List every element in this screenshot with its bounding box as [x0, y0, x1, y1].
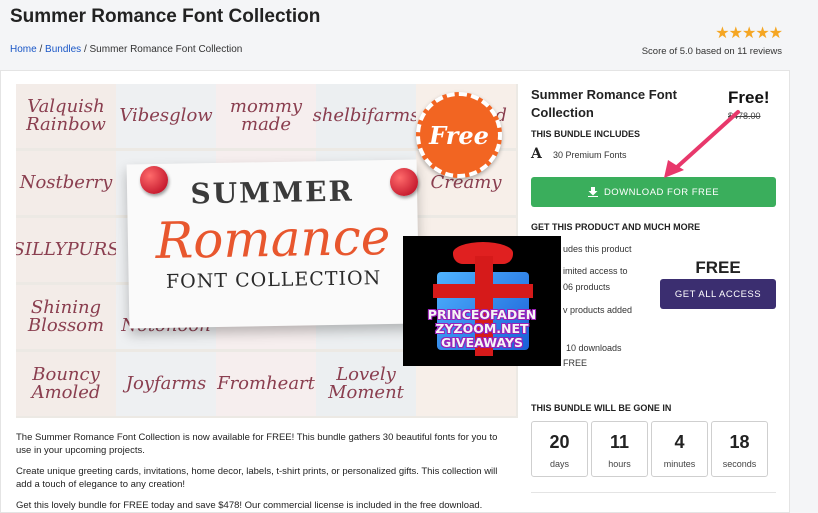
breadcrumb-home-link[interactable]: Home — [10, 44, 37, 55]
font-sample-tile: Valquish Rainbow — [16, 84, 116, 148]
countdown-value: 18 — [729, 432, 750, 452]
download-for-free-button[interactable]: DOWNLOAD FOR FREE — [531, 177, 776, 207]
giveaway-line: PRINCEOFADEN — [427, 307, 537, 322]
gift-ribbon — [433, 284, 533, 298]
product-name: Summer Romance Font Collection — [531, 87, 677, 120]
price-original: $478.00 — [728, 111, 761, 121]
breadcrumb-current: Summer Romance Font Collection — [89, 44, 243, 55]
countdown-unit: minutes — [663, 459, 696, 469]
get-all-access-button[interactable]: GET ALL ACCESS — [660, 279, 776, 309]
download-button-label: DOWNLOAD FOR FREE — [603, 186, 720, 198]
countdown-value: 4 — [674, 432, 685, 452]
banner-title-romance: Romance — [155, 207, 391, 271]
more-heading: GET THIS PRODUCT AND MUCH MORE — [531, 222, 701, 232]
benefit-item: v products added — [563, 305, 633, 315]
font-sample-tile: SILLYPURS — [16, 218, 119, 282]
red-pin-icon — [390, 168, 418, 196]
giveaway-watermark: PRINCEOFADEN ZYZOOM.NET GIVEAWAYS — [403, 308, 561, 350]
description-paragraph: Get this lovely bundle for FREE today an… — [16, 500, 483, 511]
countdown-hours: 11 hours — [591, 421, 648, 477]
countdown-minutes: 4 minutes — [651, 421, 708, 477]
font-sample-tile: Nostberry — [16, 151, 116, 215]
font-sample-tile: Lovely Moment — [316, 352, 416, 416]
breadcrumb-bundles-link[interactable]: Bundles — [45, 44, 81, 55]
font-icon: A — [531, 146, 542, 162]
bundle-includes-heading: THIS BUNDLE INCLUDES — [531, 129, 641, 139]
rating: ★★★★★ Score of 5.0 based on 11 reviews — [641, 25, 783, 58]
font-sample-tile: Shining Blossom — [16, 285, 116, 349]
free-badge: Free — [416, 92, 502, 178]
font-count: 30 Premium Fonts — [553, 150, 627, 160]
red-pin-icon — [140, 166, 168, 194]
countdown-heading: THIS BUNDLE WILL BE GONE IN — [531, 403, 672, 413]
countdown-days: 20 days — [531, 421, 588, 477]
font-sample-tile: shelbifarms — [313, 84, 419, 148]
product-description: The Summer Romance Font Collection is no… — [16, 432, 512, 513]
page-title: Summer Romance Font Collection — [10, 6, 321, 27]
plan-price: FREE — [695, 258, 741, 277]
divider — [531, 492, 776, 493]
hero-banner: SUMMER Romance FONT COLLECTION — [126, 159, 420, 329]
countdown-value: 11 — [609, 432, 630, 452]
gift-box-image: PRINCEOFADEN ZYZOOM.NET GIVEAWAYS — [403, 236, 561, 366]
font-sample-tile: Fromheart — [216, 352, 316, 416]
description-paragraph: The Summer Romance Font Collection is no… — [16, 432, 498, 456]
banner-title-summer: SUMMER — [190, 174, 355, 211]
benefit-item: 10 downloads — [566, 343, 622, 353]
countdown-unit: seconds — [722, 459, 757, 469]
countdown-seconds: 18 seconds — [711, 421, 768, 477]
download-icon — [587, 187, 598, 197]
description-paragraph: Create unique greeting cards, invitation… — [16, 466, 498, 490]
benefit-item: FREE — [563, 358, 588, 368]
countdown-unit: days — [549, 459, 569, 469]
countdown-value: 20 — [549, 432, 570, 452]
font-sample-tile: mommy made — [216, 84, 316, 148]
breadcrumb: Home / Bundles / Summer Romance Font Col… — [10, 44, 242, 55]
benefit-item: 06 products — [563, 282, 611, 292]
countdown-unit: hours — [608, 459, 631, 469]
font-sample-tile: Vibesglow — [116, 84, 216, 148]
price-current: Free! — [728, 88, 770, 107]
breadcrumb-separator: / — [39, 44, 43, 55]
giveaway-line: GIVEAWAYS — [441, 335, 523, 350]
benefit-item: imited access to — [563, 266, 628, 276]
giveaway-line: ZYZOOM.NET — [435, 321, 529, 336]
font-sample-tile: Bouncy Amoled — [16, 352, 116, 416]
rating-score: Score of 5.0 based on 11 reviews — [641, 46, 782, 57]
rating-stars: ★★★★★ — [715, 25, 783, 42]
breadcrumb-separator: / — [83, 44, 87, 55]
benefit-item: udes this product — [563, 244, 632, 254]
banner-title-font-collection: FONT COLLECTION — [165, 267, 382, 293]
font-sample-tile: Joyfarms — [116, 352, 216, 416]
